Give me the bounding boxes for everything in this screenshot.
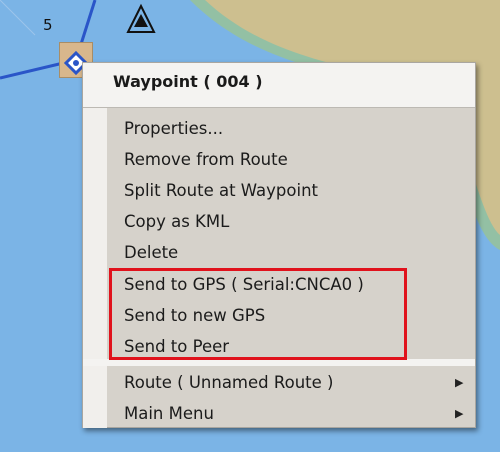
menu-item-send-to-gps[interactable]: Send to GPS ( Serial:CNCA0 ) [124, 275, 364, 294]
menu-item-send-to-new-gps[interactable]: Send to new GPS [124, 306, 265, 325]
menu-item-delete[interactable]: Delete [124, 243, 178, 262]
menu-item-route-submenu[interactable]: Route ( Unnamed Route ) [124, 373, 333, 392]
menu-separator [83, 359, 475, 366]
menu-title: Waypoint ( 004 ) [113, 72, 263, 91]
menu-gutter [83, 108, 107, 359]
chevron-right-icon: ▶ [455, 407, 464, 420]
menu-item-properties[interactable]: Properties... [124, 119, 223, 138]
menu-item-remove-from-route[interactable]: Remove from Route [124, 150, 288, 169]
menu-item-copy-as-kml[interactable]: Copy as KML [124, 212, 229, 231]
menu-item-send-to-peer[interactable]: Send to Peer [124, 337, 229, 356]
menu-item-main-menu[interactable]: Main Menu [124, 404, 214, 423]
menu-gutter [83, 366, 107, 428]
chevron-right-icon: ▶ [455, 376, 464, 389]
menu-separator [83, 100, 475, 108]
menu-item-split-route[interactable]: Split Route at Waypoint [124, 181, 318, 200]
waypoint-number-label: 5 [43, 16, 53, 34]
menu-header: Waypoint ( 004 ) [83, 63, 475, 100]
waypoint-context-menu[interactable]: Waypoint ( 004 ) Properties... Remove fr… [82, 62, 476, 428]
